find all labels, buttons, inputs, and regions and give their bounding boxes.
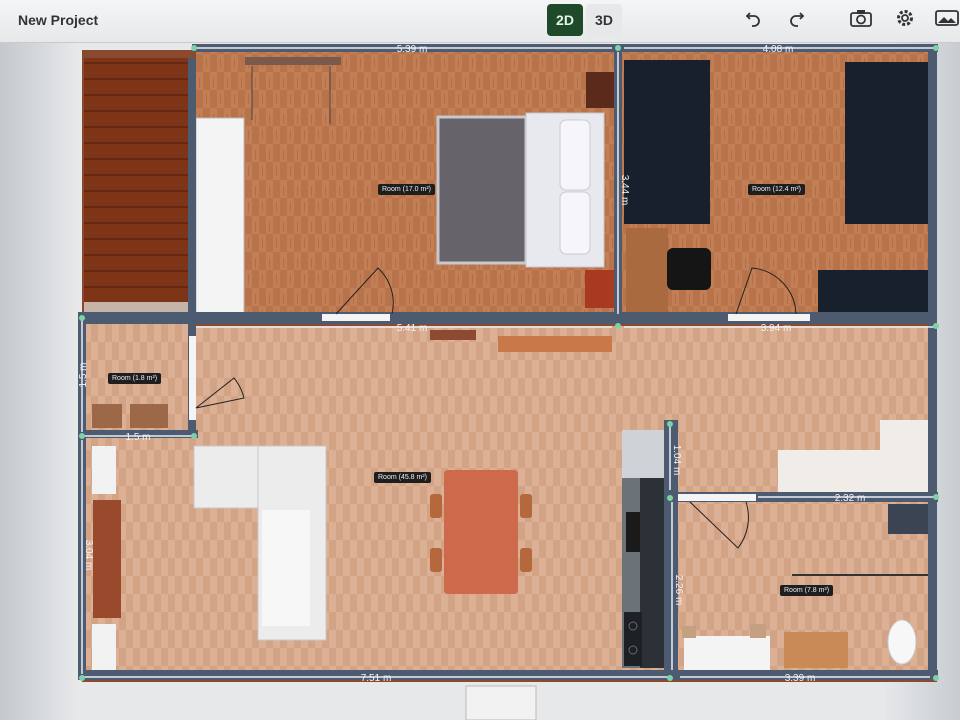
staircase-landing <box>880 420 930 450</box>
dining-chair[interactable] <box>520 548 532 572</box>
pillow[interactable] <box>559 119 591 191</box>
pillow[interactable] <box>559 191 591 255</box>
dining-chair[interactable] <box>430 494 442 518</box>
dim-label: 1.04 m <box>671 445 682 476</box>
top-toolbar: New Project 2D 3D <box>0 0 960 43</box>
fridge[interactable] <box>622 430 664 478</box>
rug[interactable] <box>585 270 614 308</box>
image-icon[interactable] <box>934 8 960 34</box>
wardrobe[interactable] <box>195 117 245 315</box>
gear-icon[interactable] <box>892 8 918 34</box>
dim-label: 4.08 m <box>763 44 794 55</box>
room-label[interactable]: Room (7.8 m²) <box>780 585 834 596</box>
dim-label: 5.41 m <box>397 323 428 334</box>
oven[interactable] <box>626 512 640 552</box>
redo-icon[interactable] <box>784 8 810 34</box>
camera-icon[interactable] <box>848 8 874 34</box>
dim-label: 2.32 m <box>835 493 866 504</box>
dim-label: 3.04 m <box>83 540 94 571</box>
floor-plan-canvas[interactable]: 5.39 m 4.08 m 5.41 m 3.94 m 3.44 m 1.5 m… <box>0 43 960 720</box>
dim-label: 5.39 m <box>397 44 428 55</box>
dim-label: 3.39 m <box>785 673 816 684</box>
desk[interactable] <box>626 228 668 314</box>
dim-label: 1.5 m <box>125 432 150 443</box>
vanity[interactable] <box>784 632 848 668</box>
room-label[interactable]: Room (1.8 m²) <box>108 373 162 384</box>
box <box>682 626 696 638</box>
box[interactable] <box>92 404 122 428</box>
cabinet[interactable] <box>92 446 116 494</box>
box <box>750 624 766 638</box>
view-2d-button[interactable]: 2D <box>547 4 583 36</box>
tv-stand[interactable] <box>93 500 121 618</box>
dim-label: 1.5 m <box>78 362 89 387</box>
dining-chair[interactable] <box>430 548 442 572</box>
chair[interactable] <box>667 248 711 290</box>
box[interactable] <box>130 404 168 428</box>
bathtub[interactable] <box>684 636 770 672</box>
toilet[interactable] <box>887 619 917 665</box>
rug[interactable] <box>498 336 612 352</box>
project-title: New Project <box>18 12 99 28</box>
cabinet[interactable] <box>92 624 116 672</box>
room-label[interactable]: Room (17.0 m²) <box>378 184 436 195</box>
wardrobe-dark[interactable] <box>845 62 929 224</box>
room-label[interactable]: Room (12.4 m²) <box>748 184 806 195</box>
sofa-cushion <box>262 510 310 626</box>
entrance-step <box>465 685 537 720</box>
staircase-right <box>778 450 928 492</box>
nightstand[interactable] <box>586 72 614 108</box>
kitchen-cabinets[interactable] <box>640 478 668 668</box>
dresser[interactable] <box>818 270 929 314</box>
dim-label: 3.44 m <box>619 175 630 206</box>
shelf[interactable] <box>245 57 341 65</box>
dim-label: 2.26 m <box>673 575 684 606</box>
room-label[interactable]: Room (45.8 m²) <box>374 472 432 483</box>
view-3d-button[interactable]: 3D <box>586 4 622 36</box>
bed-blanket[interactable] <box>436 115 528 265</box>
dining-table[interactable] <box>444 470 518 594</box>
bed-dark[interactable] <box>624 60 710 224</box>
cooktop[interactable] <box>624 612 642 666</box>
undo-icon[interactable] <box>740 8 766 34</box>
dim-label: 3.94 m <box>761 323 792 334</box>
dim-label: 7.51 m <box>361 673 392 684</box>
bath-cabinet[interactable] <box>888 504 928 534</box>
dining-chair[interactable] <box>520 494 532 518</box>
doormat[interactable] <box>430 330 476 340</box>
staircase <box>84 58 192 304</box>
